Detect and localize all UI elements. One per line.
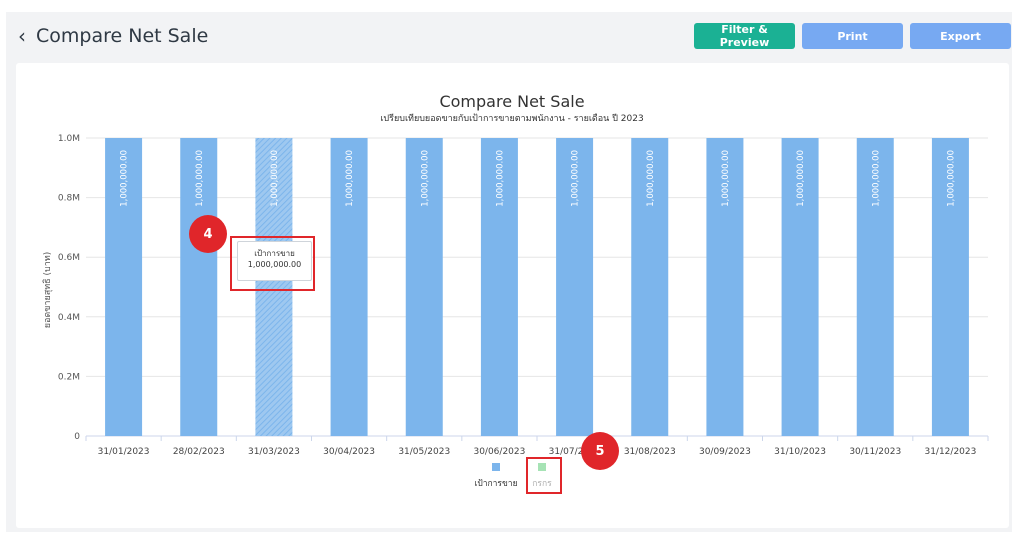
x-tick-label: 28/02/2023 (173, 447, 225, 457)
x-tick-label: 30/11/2023 (849, 447, 901, 457)
bar-data-label: 1,000,000.00 (571, 150, 581, 207)
annotation-marker-5: 5 (581, 432, 619, 470)
x-tick-label: 30/06/2023 (473, 447, 525, 457)
x-tick-label: 30/09/2023 (699, 447, 751, 457)
y-tick-label: 0.8M (58, 194, 80, 204)
y-tick-label: 1.0M (58, 134, 80, 144)
x-tick-label: 31/05/2023 (398, 447, 450, 457)
x-tick-label: 31/01/2023 (98, 447, 150, 457)
bar-data-label: 1,000,000.00 (646, 150, 656, 207)
annotation-box-legend (526, 457, 562, 494)
bar-data-label: 1,000,000.00 (796, 150, 806, 207)
x-tick-label: 31/10/2023 (774, 447, 826, 457)
x-tick-label: 31/03/2023 (248, 447, 300, 457)
annotation-box-tooltip (230, 236, 315, 291)
chart-subtitle: เปรียบเทียบยอดขายกับเป้าการขายตามพนักงาน… (380, 113, 643, 124)
y-tick-label: 0 (74, 432, 80, 442)
y-tick-label: 0.2M (58, 372, 80, 382)
y-tick-label: 0.6M (58, 253, 80, 263)
x-tick-label: 30/04/2023 (323, 447, 375, 457)
bar-data-label: 1,000,000.00 (721, 150, 731, 207)
y-axis-label: ยอดขายสุทธิ (บาท) (42, 252, 53, 329)
x-tick-label: 31/12/2023 (924, 447, 976, 457)
bar-data-label: 1,000,000.00 (495, 150, 505, 207)
x-tick-label: 31/08/2023 (624, 447, 676, 457)
bar-data-label: 1,000,000.00 (195, 150, 205, 207)
bar-data-label: 1,000,000.00 (946, 150, 956, 207)
chart: Compare Net Sale เปรียบเทียบยอดขายกับเป้… (42, 92, 989, 489)
bar-data-label: 1,000,000.00 (120, 150, 130, 207)
annotation-marker-4: 4 (189, 215, 227, 253)
y-tick-label: 0.4M (58, 313, 80, 323)
bar-data-label: 1,000,000.00 (420, 150, 430, 207)
chart-title: Compare Net Sale (439, 92, 584, 111)
bar-data-label: 1,000,000.00 (270, 150, 280, 207)
bar-data-label: 1,000,000.00 (871, 150, 881, 207)
bar-data-label: 1,000,000.00 (345, 150, 355, 207)
legend-swatch[interactable] (492, 463, 500, 471)
legend-label[interactable]: เป้าการขาย (474, 478, 517, 489)
